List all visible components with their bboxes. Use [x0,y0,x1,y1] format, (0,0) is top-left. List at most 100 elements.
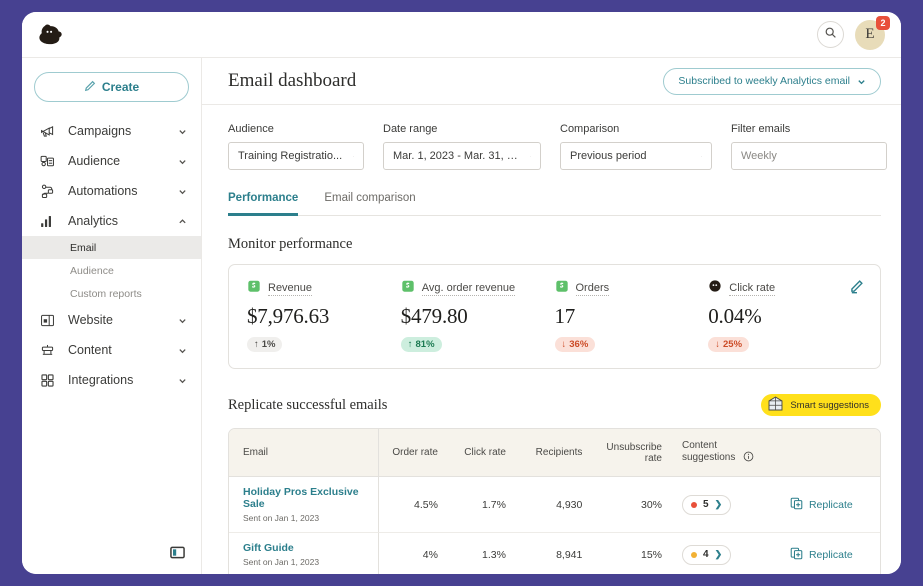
email-name-link[interactable]: Holiday Pros Exclusive Sale [243,486,368,510]
table-row[interactable]: Holiday Pros Exclusive Sale Sent on Jan … [229,477,880,533]
sidebar-item-audience[interactable]: Audience [22,146,201,176]
smart-suggestions-label: Smart suggestions [790,400,869,411]
metric-head: Click rate [708,279,862,298]
table-row[interactable]: Gift Guide Sent on Jan 1, 2023 4% 1.3% 8… [229,533,880,574]
sidebar-item-website[interactable]: Website [22,305,201,335]
arrow-up-icon: ↑ [254,339,259,350]
filters-row: Audience Training Registratio... Date ra… [228,105,881,170]
create-button[interactable]: Create [34,72,189,102]
app-window: E 2 Create [22,12,901,574]
automation-flow-icon [38,182,56,200]
sidebar-item-label: Audience [68,154,166,168]
cell-unsubscribe-rate: 30% [592,477,672,533]
sidebar-item-campaigns[interactable]: Campaigns [22,116,201,146]
chevron-down-icon [693,152,702,161]
sidebar-item-content[interactable]: Content [22,335,201,365]
chevron-down-icon [178,127,187,136]
audience-select[interactable]: Training Registratio... [228,142,364,170]
column-header-order-rate[interactable]: Order rate [379,429,448,477]
cell-content-suggestions: 5 ❯ [672,477,780,533]
subscribed-analytics-email-button[interactable]: Subscribed to weekly Analytics email [663,68,881,95]
email-name-link[interactable]: Gift Guide [243,542,368,554]
audience-value: Training Registratio... [238,150,342,162]
tab-performance[interactable]: Performance [228,192,298,216]
suggestions-count: 4 [703,549,709,560]
chevron-down-icon [178,157,187,166]
chevron-down-icon [178,346,187,355]
metric-revenue: Revenue $7,976.63 ↑ 1% [247,279,401,352]
chevron-down-icon [178,316,187,325]
chevron-down-icon [178,187,187,196]
content-suggestions-pill[interactable]: 5 ❯ [682,495,731,515]
shopify-bag-icon [401,279,415,298]
table-body: Holiday Pros Exclusive Sale Sent on Jan … [229,477,880,574]
tab-bar: Performance Email comparison [228,192,881,216]
info-circle-icon[interactable] [743,451,754,465]
notification-badge[interactable]: 2 [876,16,890,30]
metrics-card: Revenue $7,976.63 ↑ 1% A [228,264,881,369]
column-header-click-rate[interactable]: Click rate [448,429,516,477]
smart-suggestions-button[interactable]: Smart suggestions [761,394,881,416]
metric-value: $479.80 [401,304,555,329]
sidebar-item-analytics[interactable]: Analytics [22,206,201,236]
content-suggestions-pill[interactable]: 4 ❯ [682,545,731,565]
column-header-recipients[interactable]: Recipients [516,429,592,477]
metric-delta: ↓ 25% [708,337,749,352]
tab-email-comparison[interactable]: Email comparison [324,192,415,216]
filter-label: Filter emails [731,123,887,135]
metric-value: $7,976.63 [247,304,401,329]
column-header-email[interactable]: Email [229,429,379,477]
replicate-link[interactable]: Replicate [790,497,853,513]
main-content: Email dashboard Subscribed to weekly Ana… [202,58,901,574]
cell-unsubscribe-rate: 15% [592,533,672,574]
replicate-link[interactable]: Replicate [790,547,853,563]
shopify-bag-icon [247,279,261,298]
metric-value: 0.04% [708,304,862,329]
pencil-edit-icon[interactable] [849,279,864,299]
metric-label: Click rate [729,282,775,296]
filter-audience: Audience Training Registratio... [228,123,364,170]
metric-head: Avg. order revenue [401,279,555,298]
sidebar-subitem-custom-reports[interactable]: Custom reports [22,282,201,305]
sidebar-item-integrations[interactable]: Integrations [22,365,201,395]
metric-delta-value: 25% [723,339,742,350]
sidebar-item-label: Automations [68,184,166,198]
metric-delta-value: 36% [569,339,588,350]
chevron-down-icon [178,376,187,385]
search-button[interactable] [817,21,844,48]
metric-label: Revenue [268,282,312,296]
column-header-content-suggestions[interactable]: Content suggestions [672,429,780,477]
duplicate-icon [790,547,803,563]
comparison-select[interactable]: Previous period [560,142,712,170]
filter-label: Audience [228,123,364,135]
metric-delta: ↑ 81% [401,337,442,352]
filter-emails: Filter emails Weekly [731,123,887,170]
filter-emails-input[interactable]: Weekly [731,142,887,170]
date-range-select[interactable]: Mar. 1, 2023 - Mar. 31, 2023 [383,142,541,170]
emails-table: Email Order rate Click rate Recipients U… [228,428,881,574]
chevron-right-icon: ❯ [715,499,723,510]
chevron-right-icon: ❯ [715,549,723,560]
sidebar-subitem-audience[interactable]: Audience [22,259,201,282]
arrow-down-icon: ↓ [562,339,567,350]
metric-delta-value: 81% [416,339,435,350]
mailchimp-freddie-logo-icon[interactable] [36,20,66,50]
arrow-up-icon: ↑ [408,339,413,350]
subscribe-label: Subscribed to weekly Analytics email [678,75,850,87]
collapse-panel-icon[interactable] [170,545,185,560]
column-header-unsubscribe-rate[interactable]: Unsubscribe rate [592,429,672,477]
cell-recipients: 4,930 [516,477,592,533]
cell-order-rate: 4.5% [379,477,448,533]
status-dot-icon [691,552,697,558]
cell-content-suggestions: 4 ❯ [672,533,780,574]
greenhouse-icon [766,394,785,416]
sidebar-item-automations[interactable]: Automations [22,176,201,206]
cell-email: Gift Guide Sent on Jan 1, 2023 [229,533,379,574]
metric-head: Revenue [247,279,401,298]
metric-orders: Orders 17 ↓ 36% [555,279,709,352]
filter-date-range: Date range Mar. 1, 2023 - Mar. 31, 2023 [383,123,541,170]
table-header-row: Email Order rate Click rate Recipients U… [229,429,880,477]
sidebar-subitem-email[interactable]: Email [22,236,201,259]
metric-value: 17 [555,304,709,329]
metric-delta-value: 1% [262,339,276,350]
